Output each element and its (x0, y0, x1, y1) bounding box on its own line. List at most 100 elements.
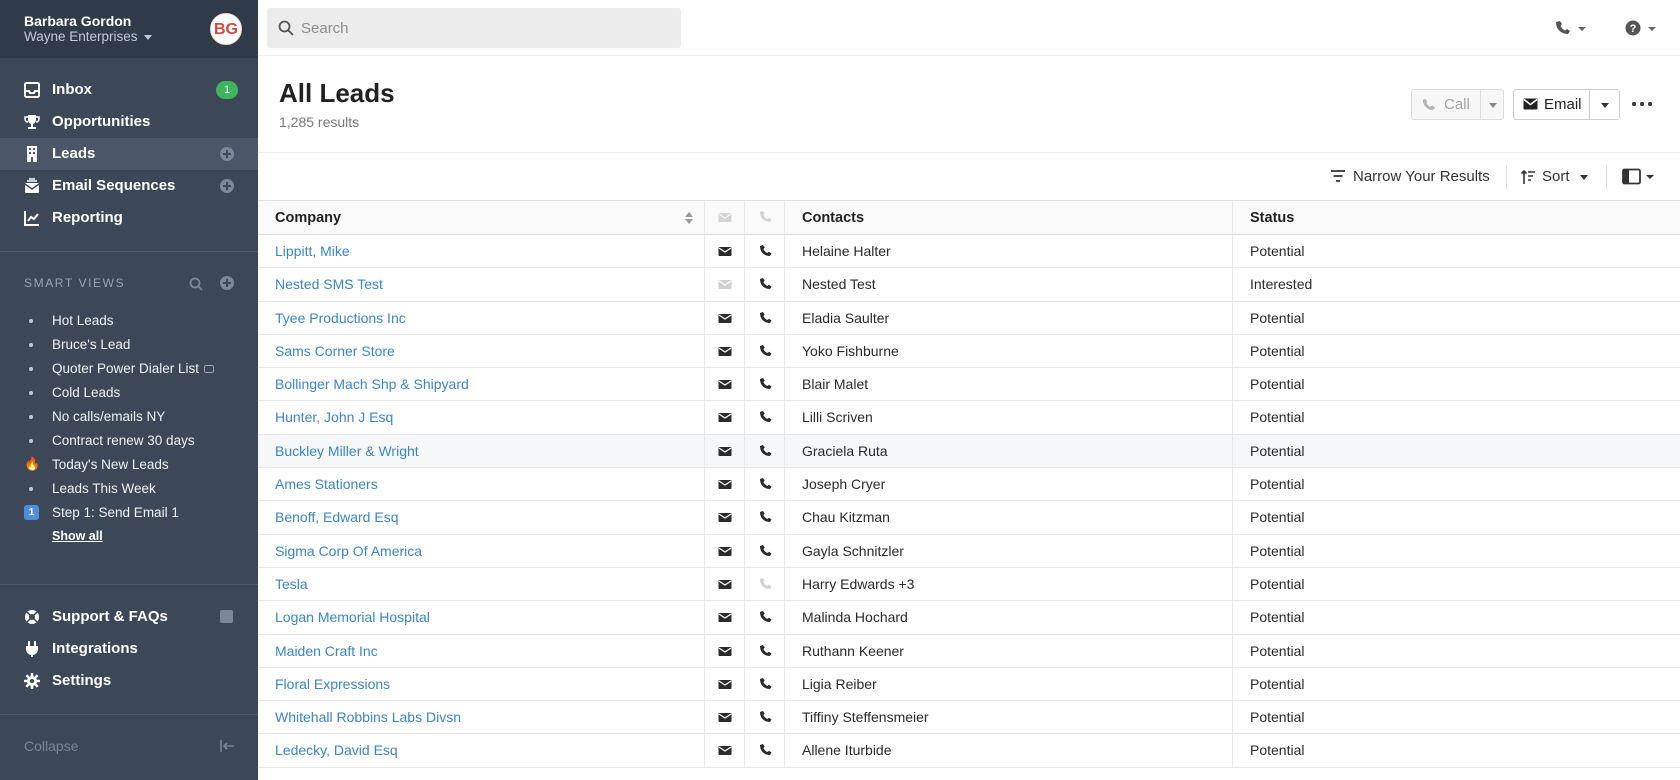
smart-view-item[interactable]: Leads This Week (0, 477, 258, 501)
add-smart-view-icon[interactable] (220, 276, 234, 290)
sidebar-item-integrations[interactable]: Integrations (0, 633, 258, 665)
company-link[interactable]: Lippitt, Mike (275, 243, 350, 259)
add-sequence-icon[interactable] (220, 179, 234, 193)
smart-view-item[interactable]: Hot Leads (0, 309, 258, 333)
email-action[interactable] (705, 268, 745, 301)
call-action[interactable] (745, 501, 785, 534)
call-action[interactable] (745, 734, 785, 767)
email-action[interactable] (705, 235, 745, 268)
sidebar-item-support[interactable]: Support & FAQs (0, 601, 258, 633)
company-link[interactable]: Benoff, Edward Esq (275, 509, 398, 525)
sidebar-item-opportunities[interactable]: Opportunities (0, 106, 258, 138)
table-row[interactable]: Maiden Craft Inc Ruthann Keener Potential (258, 634, 1680, 668)
sidebar-item-inbox[interactable]: Inbox 1 (0, 74, 258, 106)
email-options-button[interactable] (1591, 90, 1619, 119)
call-action[interactable] (745, 567, 785, 601)
smart-view-item[interactable]: Contract renew 30 days (0, 429, 258, 453)
email-action[interactable] (705, 368, 745, 401)
collapse-button[interactable]: Collapse (24, 738, 78, 754)
column-header-contacts[interactable]: Contacts (785, 201, 1233, 234)
call-action[interactable] (745, 268, 785, 301)
table-row[interactable]: Logan Memorial Hospital Malinda Hochard Po… (258, 601, 1680, 635)
show-all-link[interactable]: Show all (52, 529, 103, 543)
company-link[interactable]: Tyee Productions Inc (275, 310, 406, 326)
email-action[interactable] (705, 301, 745, 334)
email-action[interactable] (705, 468, 745, 501)
avatar[interactable]: BG (210, 13, 242, 45)
table-row[interactable]: Bollinger Mach Shp & Shipyard Blair Malet… (258, 368, 1680, 402)
table-row[interactable]: Tyee Productions Inc Eladia Saulter Potent… (258, 301, 1680, 335)
call-action[interactable] (745, 667, 785, 701)
company-link[interactable]: Floral Expressions (275, 676, 390, 692)
sidebar-item-leads[interactable]: Leads (0, 138, 258, 170)
call-action[interactable] (745, 634, 785, 667)
call-action[interactable] (745, 468, 785, 501)
call-action[interactable] (745, 401, 785, 434)
sidebar-item-reporting[interactable]: Reporting (0, 202, 258, 234)
company-link[interactable]: Whitehall Robbins Labs Divsn (275, 709, 461, 725)
sidebar-item-settings[interactable]: Settings (0, 665, 258, 697)
smart-view-item[interactable]: 🔥 Today's New Leads (0, 453, 258, 477)
table-row[interactable]: Hunter, John J Esq Lilli Scriven Potential (258, 401, 1680, 435)
table-row[interactable]: Lippitt, Mike Helaine Halter Potential (258, 235, 1680, 269)
call-action[interactable] (745, 334, 785, 368)
collapse-arrow-icon[interactable] (219, 739, 235, 753)
company-link[interactable]: Tesla (275, 576, 308, 592)
email-action[interactable] (705, 434, 745, 468)
company-link[interactable]: Sigma Corp Of America (275, 543, 422, 559)
email-action[interactable] (705, 701, 745, 734)
org-switcher[interactable]: Wayne Enterprises (24, 29, 152, 44)
call-action[interactable] (745, 701, 785, 734)
table-row[interactable]: Benoff, Edward Esq Chau Kitzman Potential (258, 501, 1680, 535)
email-action[interactable] (705, 501, 745, 534)
email-action[interactable] (705, 534, 745, 567)
search-input[interactable] (301, 16, 661, 40)
email-button[interactable]: Email (1514, 90, 1590, 119)
table-row[interactable]: Sigma Corp Of America Gayla Schnitzler Pot… (258, 534, 1680, 568)
email-action[interactable] (705, 667, 745, 701)
help-menu-icon[interactable]: ? (1623, 18, 1663, 38)
more-options-icon[interactable] (1631, 96, 1653, 112)
email-action[interactable] (705, 334, 745, 368)
search-box[interactable] (267, 8, 681, 48)
table-row[interactable]: Whitehall Robbins Labs Divsn Tiffiny Stef… (258, 701, 1680, 735)
email-action[interactable] (705, 734, 745, 767)
company-link[interactable]: Bollinger Mach Shp & Shipyard (275, 376, 469, 392)
company-link[interactable]: Logan Memorial Hospital (275, 609, 430, 625)
company-link[interactable]: Ames Stationers (275, 476, 378, 492)
table-row[interactable]: Ledecky, David Esq Allene Iturbide Potenti… (258, 734, 1680, 768)
call-action[interactable] (745, 434, 785, 468)
company-link[interactable]: Sams Corner Store (275, 343, 395, 359)
smart-view-item[interactable]: Cold Leads (0, 381, 258, 405)
company-link[interactable]: Buckley Miller & Wright (275, 443, 419, 459)
email-action[interactable] (705, 601, 745, 634)
company-link[interactable]: Maiden Craft Inc (275, 643, 378, 659)
email-action[interactable] (705, 401, 745, 434)
call-options-button[interactable] (1482, 90, 1504, 119)
call-action[interactable] (745, 534, 785, 567)
table-row[interactable]: Nested SMS Test Nested Test Interested (258, 268, 1680, 302)
smart-view-item[interactable]: 1 Step 1: Send Email 1 (0, 501, 258, 525)
email-action[interactable] (705, 634, 745, 667)
table-row[interactable]: Tesla Harry Edwards +3 Potential (258, 567, 1680, 602)
company-link[interactable]: Hunter, John J Esq (275, 409, 393, 425)
layout-toggle-icon[interactable] (1622, 168, 1658, 186)
email-action[interactable] (705, 567, 745, 601)
call-action[interactable] (745, 301, 785, 334)
add-lead-icon[interactable] (220, 147, 234, 161)
search-icon[interactable] (189, 277, 203, 291)
company-link[interactable]: Nested SMS Test (275, 276, 383, 292)
call-action[interactable] (745, 235, 785, 268)
call-button[interactable]: Call (1412, 90, 1481, 119)
table-row[interactable]: Buckley Miller & Wright Graciela Ruta Pote… (258, 434, 1680, 469)
sort-button[interactable]: Sort (1520, 167, 1590, 187)
table-row[interactable]: Ames Stationers Joseph Cryer Potential (258, 468, 1680, 502)
call-action[interactable] (745, 368, 785, 401)
call-action[interactable] (745, 601, 785, 634)
table-row[interactable]: Floral Expressions Ligia Reiber Potential (258, 667, 1680, 702)
smart-view-item[interactable]: No calls/emails NY (0, 405, 258, 429)
user-menu[interactable]: Barbara Gordon Wayne Enterprises BG (0, 0, 258, 58)
company-link[interactable]: Ledecky, David Esq (275, 742, 398, 758)
table-row[interactable]: Sams Corner Store Yoko Fishburne Potential (258, 334, 1680, 369)
smart-view-item[interactable]: Bruce's Lead (0, 333, 258, 357)
